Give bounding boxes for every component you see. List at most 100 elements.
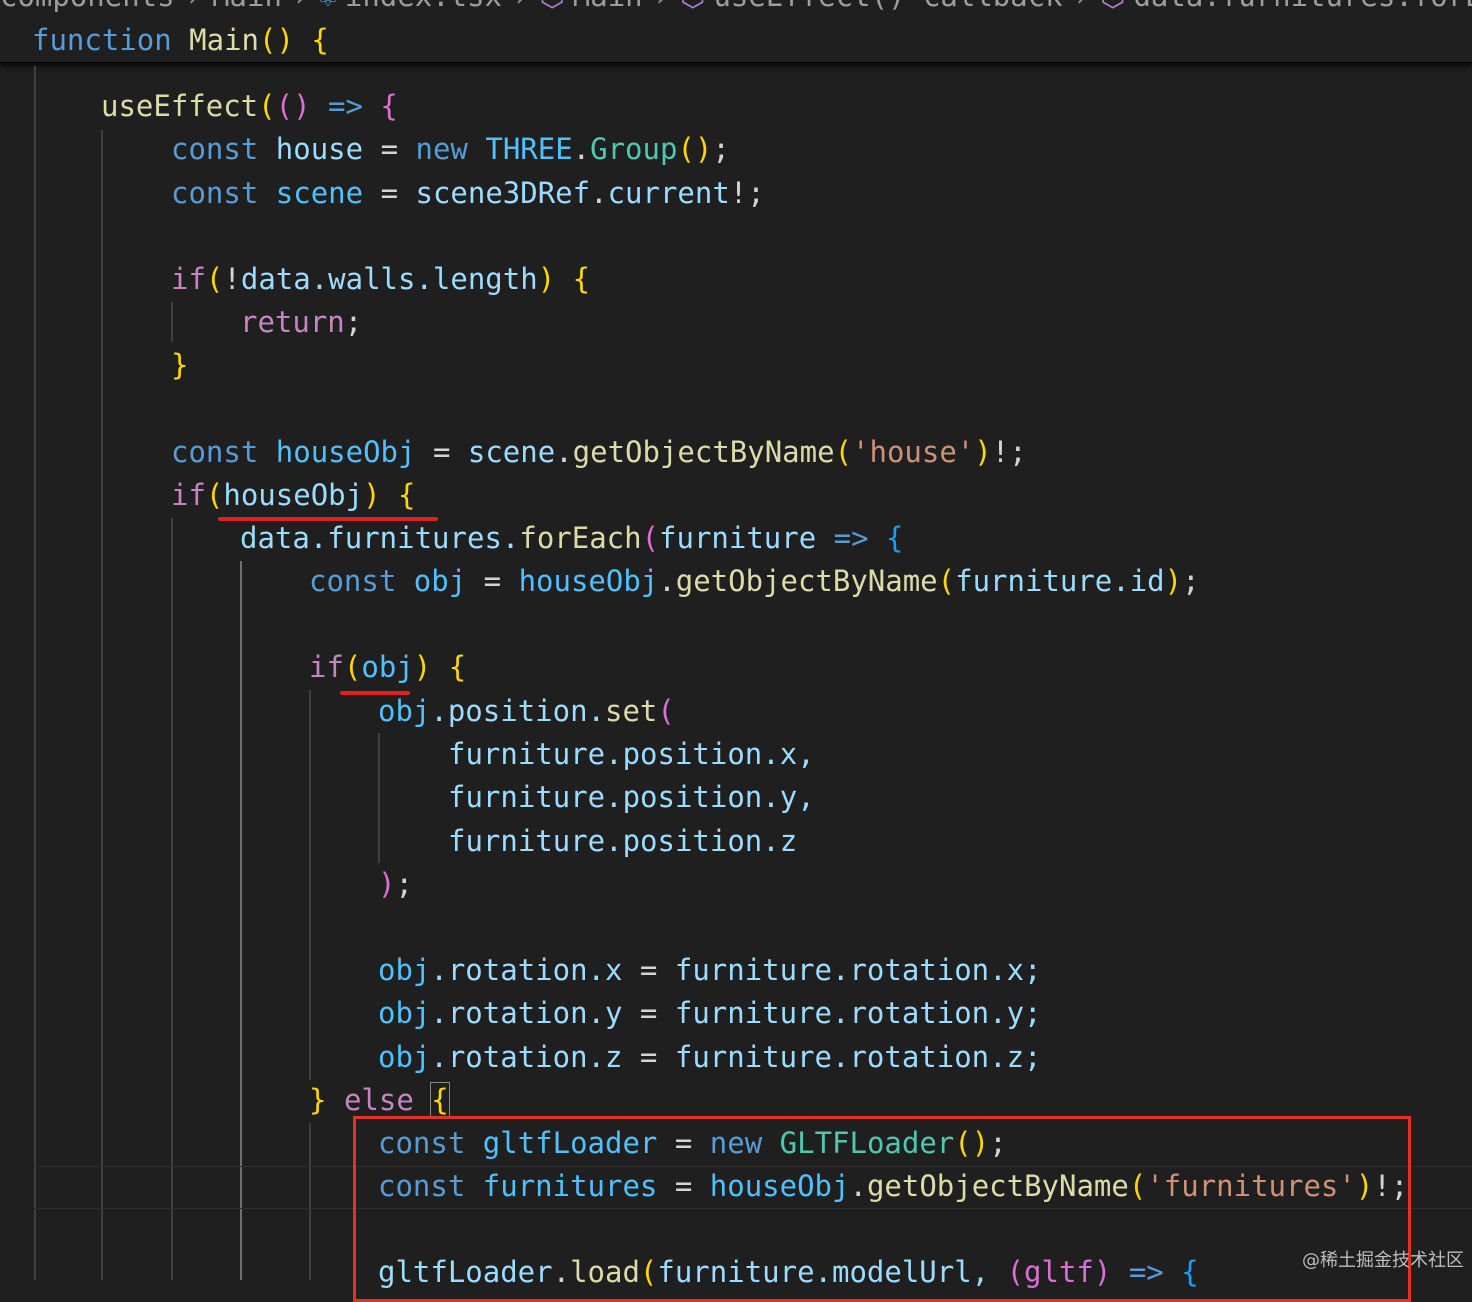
code-line[interactable]: const houseObj = scene.getObjectByName('…: [171, 432, 1027, 472]
code-token: houseObj: [518, 564, 659, 598]
code-line[interactable]: const scene = scene3DRef.current!;: [171, 173, 765, 213]
code-line[interactable]: furniture.position.y,: [448, 777, 815, 817]
symbol-method-icon: ⬡: [1100, 0, 1133, 13]
code-token: =: [380, 132, 399, 166]
code-token: (): [259, 23, 294, 57]
code-line[interactable]: obj.rotation.y = furniture.rotation.y;: [378, 993, 1042, 1033]
code-token: =: [639, 996, 658, 1030]
code-line[interactable]: return;: [240, 302, 362, 342]
code-token: !: [223, 262, 241, 296]
code-token: =>: [833, 521, 869, 555]
indent-guide: [101, 130, 103, 1280]
code-token: ): [537, 262, 556, 296]
code-line[interactable]: useEffect(() => {: [101, 86, 398, 126]
code-line[interactable]: furniture.position.x,: [448, 734, 815, 774]
code-token: scene: [275, 176, 364, 210]
code-token: houseObj: [223, 478, 364, 512]
code-token: ): [413, 650, 432, 684]
code-token: {: [886, 521, 904, 555]
indent-guide: [309, 1123, 311, 1280]
breadcrumb-item[interactable]: Main: [573, 0, 643, 13]
code-line[interactable]: }: [171, 345, 188, 385]
code-line[interactable]: if(!data.walls.length) {: [171, 259, 590, 299]
code-token: data: [240, 521, 310, 555]
code-line[interactable]: obj.rotation.z = furniture.rotation.z;: [378, 1037, 1042, 1077]
code-token: ;: [395, 867, 413, 901]
code-token: obj: [413, 564, 467, 598]
indent-guide: [171, 302, 173, 342]
code-token: =: [380, 176, 399, 210]
code-token: function: [32, 23, 172, 57]
code-token: house: [275, 132, 364, 166]
code-token: forEach: [519, 521, 642, 555]
breadcrumb-item[interactable]: components: [0, 0, 175, 13]
code-token: }: [171, 348, 189, 382]
code-token: current: [607, 176, 730, 210]
indent-guide-active: [240, 561, 242, 1280]
code-token: {: [572, 262, 591, 296]
code-line[interactable]: obj.position.set(: [378, 691, 675, 731]
code-token: .: [555, 435, 573, 469]
breadcrumb-item[interactable]: data.furnitures.forEach(): [1133, 0, 1472, 13]
indent-guide: [378, 733, 380, 863]
code-token: ): [974, 435, 992, 469]
code-token: Main: [189, 23, 259, 57]
code-token: obj: [378, 1040, 431, 1074]
code-token: return: [240, 305, 345, 339]
code-token: !;: [729, 176, 765, 210]
react-file-icon: ⚛: [319, 0, 344, 13]
code-token: .: [590, 176, 608, 210]
code-token: (: [258, 89, 276, 123]
breadcrumb-item[interactable]: index.tsx: [345, 0, 502, 13]
code-line[interactable]: );: [378, 864, 413, 904]
code-token: scene3DRef: [415, 176, 591, 210]
code-token: ;: [1182, 564, 1200, 598]
code-token: obj: [378, 996, 431, 1030]
code-line[interactable]: obj.rotation.x = furniture.rotation.x;: [378, 950, 1042, 990]
code-token: getObjectByName: [675, 564, 938, 598]
code-token: useEffect: [101, 89, 259, 123]
code-token: .walls.length: [310, 262, 538, 296]
code-token: (: [937, 564, 956, 598]
code-token: const: [309, 564, 397, 598]
code-token: scene: [467, 435, 556, 469]
indent-guide: [34, 66, 36, 1280]
code-token: =: [639, 1040, 658, 1074]
code-token: =: [432, 435, 451, 469]
code-line[interactable]: } else {: [309, 1080, 450, 1120]
code-token: new: [415, 132, 468, 166]
code-token: ): [378, 867, 396, 901]
code-token: obj: [378, 694, 431, 728]
code-token: .furnitures.: [309, 521, 520, 555]
code-token: obj: [378, 953, 431, 987]
code-token: const: [171, 435, 259, 469]
chevron-right-icon: ›: [643, 0, 680, 13]
code-line[interactable]: furniture.position.z: [448, 821, 797, 861]
code-token: ;: [344, 305, 363, 339]
sticky-scroll-header[interactable]: function Main() {: [0, 14, 1472, 63]
code-token: if: [171, 262, 206, 296]
code-token: ;: [712, 132, 730, 166]
code-token: {: [398, 478, 416, 512]
code-line[interactable]: if(houseObj) {: [171, 475, 415, 515]
code-token: data: [240, 262, 311, 296]
code-token: else: [343, 1083, 414, 1117]
code-token: 'house': [852, 435, 975, 469]
code-token: const: [171, 132, 259, 166]
code-token: ): [1164, 564, 1183, 598]
code-token: .: [658, 564, 676, 598]
code-token: .rotation.x: [430, 953, 623, 987]
breadcrumb-item[interactable]: useEffect() callback: [713, 0, 1062, 13]
code-line[interactable]: if(obj) {: [309, 647, 466, 687]
matched-bracket: {: [430, 1082, 450, 1118]
code-token: if: [309, 650, 344, 684]
code-line[interactable]: const house = new THREE.Group();: [171, 129, 730, 169]
code-token: obj: [361, 650, 414, 684]
code-line[interactable]: const obj = houseObj.getObjectByName(fur…: [309, 561, 1200, 601]
code-token: furniture: [659, 521, 817, 555]
breadcrumb-item[interactable]: Main: [212, 0, 282, 13]
code-line[interactable]: data.furnitures.forEach(furniture => {: [240, 518, 904, 558]
sticky-line[interactable]: function Main() {: [32, 20, 329, 60]
code-token: houseObj: [275, 435, 416, 469]
symbol-method-icon: ⬡: [680, 0, 713, 13]
